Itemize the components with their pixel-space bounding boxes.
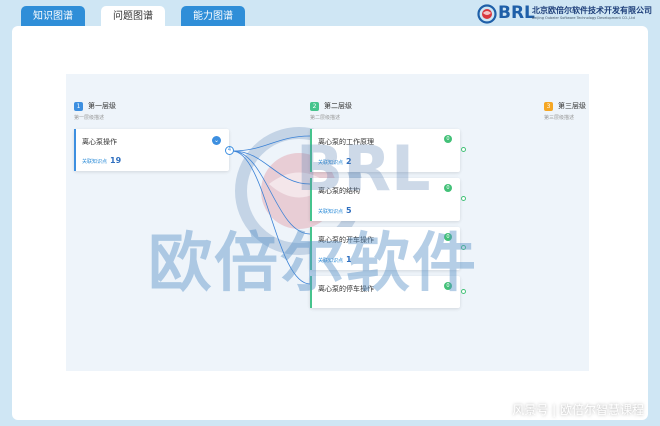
child-node-count: 1	[346, 255, 352, 264]
company-name-cn: 北京欧倍尔软件技术开发有限公司	[532, 6, 652, 15]
child-node-title: 离心泵的结构	[318, 187, 360, 195]
tab-knowledge-graph[interactable]: 知识图谱	[21, 6, 85, 28]
child-node-count: 2	[346, 157, 352, 166]
root-node-title: 离心泵操作	[82, 138, 117, 146]
root-node-card[interactable]: 离心泵操作 关联知识点 19 ⌄	[74, 129, 229, 171]
child-node-card[interactable]: 离心泵的停车操作 0	[310, 276, 460, 308]
child-node-expand-handle[interactable]	[461, 196, 466, 201]
root-node-meta-label: 关联知识点	[82, 159, 108, 165]
tab-problem-graph[interactable]: 问题图谱	[101, 6, 165, 28]
graph-canvas[interactable]: 1 第一层级 第一层级描述 2 第二层级 第二层级描述 3 第三层级 第三层级描述 离…	[66, 74, 589, 371]
child-node-expand-handle[interactable]	[461, 147, 466, 152]
child-node-badge: 0	[444, 282, 452, 290]
child-node-accent	[310, 276, 312, 308]
root-node-meta: 关联知识点 19	[82, 156, 121, 165]
child-node-expand-handle[interactable]	[461, 289, 466, 294]
root-node-count: 19	[110, 156, 122, 165]
root-node-child-count[interactable]: 4	[225, 146, 234, 155]
footer-credit: 风景号 | 欧倍尔智慧课程	[512, 403, 644, 417]
child-node-meta-label: 关联知识点	[318, 258, 344, 264]
logo-letters: BRL	[498, 3, 535, 23]
child-node-badge: 0	[444, 233, 452, 241]
child-node-card[interactable]: 离心泵的开车操作 关联知识点 1 0	[310, 227, 460, 270]
child-node-accent	[310, 227, 312, 270]
child-node-expand-handle[interactable]	[461, 245, 466, 250]
child-node-card[interactable]: 离心泵的结构 关联知识点 5 0	[310, 178, 460, 221]
child-node-badge: 0	[444, 184, 452, 192]
logo-globe-icon	[477, 4, 497, 24]
child-node-meta-label: 关联知识点	[318, 160, 344, 166]
child-node-title: 离心泵的开车操作	[318, 236, 374, 244]
root-node-accent	[74, 129, 76, 171]
tab-ability-graph[interactable]: 能力图谱	[181, 6, 245, 28]
child-node-accent	[310, 129, 312, 172]
child-node-count: 5	[346, 206, 352, 215]
child-node-title: 离心泵的工作原理	[318, 138, 374, 146]
company-name-en: Beijing Oubeier Software Technology Deve…	[532, 16, 635, 20]
child-node-badge: 0	[444, 135, 452, 143]
child-node-meta-label: 关联知识点	[318, 209, 344, 215]
child-node-card[interactable]: 离心泵的工作原理 关联知识点 2 0	[310, 129, 460, 172]
child-node-title: 离心泵的停车操作	[318, 285, 374, 293]
child-node-meta: 关联知识点 5	[318, 206, 352, 215]
child-node-meta: 关联知识点 2	[318, 157, 352, 166]
child-node-accent	[310, 178, 312, 221]
company-logo: BRL 北京欧倍尔软件技术开发有限公司 Beijing Oubeier Soft…	[474, 3, 654, 25]
node-connectors	[231, 135, 311, 285]
root-node-collapse-icon[interactable]: ⌄	[212, 136, 221, 145]
child-node-meta: 关联知识点 1	[318, 255, 352, 264]
